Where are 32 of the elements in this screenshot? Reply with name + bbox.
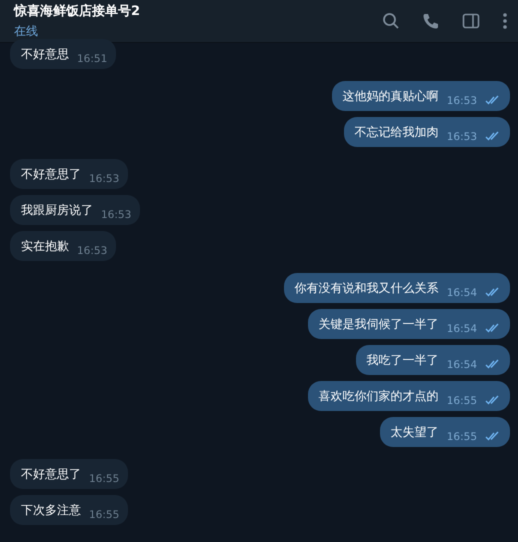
message-text: 你有没有说和我又什么关系 (294, 280, 439, 297)
message-text: 我跟厨房说了 (21, 202, 93, 219)
message-time: 16:53 (77, 245, 108, 257)
message-time: 16:53 (89, 173, 120, 185)
message-text: 不忘记给我加肉 (354, 124, 439, 141)
message-text: 太失望了 (390, 424, 439, 441)
more-icon[interactable] (502, 12, 508, 30)
message-text: 不好意思了 (21, 466, 81, 483)
message-time: 16:53 (446, 95, 477, 107)
message-time: 16:53 (446, 131, 477, 143)
message-text: 我吃了一半了 (366, 352, 439, 369)
message-time: 16:55 (89, 509, 120, 521)
message-text: 喜欢吃你们家的才点的 (318, 388, 439, 405)
phone-icon[interactable] (422, 12, 440, 30)
message-time: 16:55 (446, 431, 477, 443)
sidebar-toggle-icon[interactable] (462, 12, 480, 30)
message-time: 16:55 (446, 395, 477, 407)
online-status: 在线 (14, 23, 39, 40)
message-time: 16:54 (446, 323, 477, 335)
search-icon[interactable] (382, 12, 400, 30)
message-text: 下次多注意 (21, 502, 81, 519)
message-time: 16:51 (77, 53, 108, 65)
message-time: 16:55 (89, 473, 120, 485)
message-text: 关键是我伺候了一半了 (318, 316, 439, 333)
message-time: 16:54 (446, 287, 477, 299)
message-text: 这他妈的真贴心啊 (342, 88, 439, 105)
message-text: 实在抱歉 (21, 238, 69, 255)
message-time: 16:53 (101, 209, 132, 221)
message-time: 16:54 (446, 359, 477, 371)
message-text: 不好意思了 (21, 166, 81, 183)
message-text: 不好意思 (21, 46, 69, 63)
chat-title: 惊喜海鲜饭店接单号2 (14, 2, 140, 20)
